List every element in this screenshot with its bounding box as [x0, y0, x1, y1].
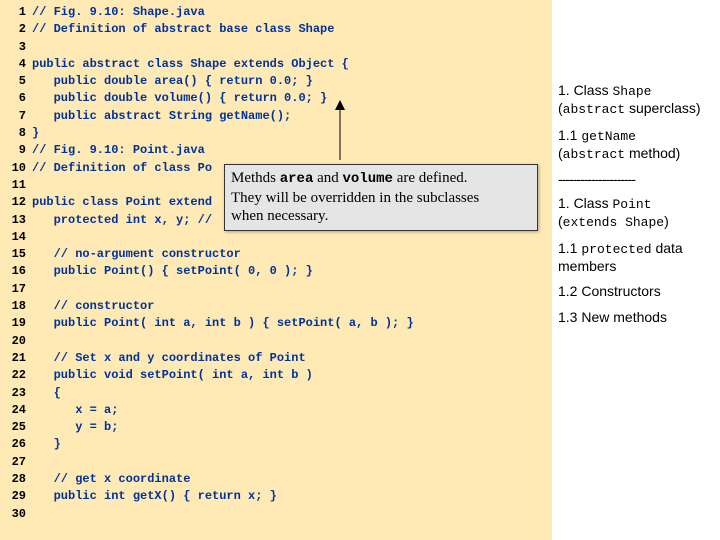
separator: ---------------------: [558, 171, 716, 187]
code-l2: // Definition of abstract base class Sha…: [32, 21, 334, 38]
code-l28: // get x coordinate: [32, 471, 190, 488]
callout-l1c: and: [313, 170, 342, 186]
code-l22: public void setPoint( int a, int b ): [32, 367, 313, 384]
code-l25: y = b;: [32, 419, 118, 436]
code-l16: public Point() { setPoint( 0, 0 ); }: [32, 263, 313, 280]
code-l10: // Definition of class Po: [32, 160, 212, 177]
code-panel: 1// Fig. 9.10: Shape.java 2// Definition…: [0, 0, 552, 540]
note-5: 1.2 Constructors: [558, 283, 716, 301]
code-l5: public double area() { return 0.0; }: [32, 73, 313, 90]
callout-l1b: area: [280, 171, 314, 187]
code-l12: public class Point extend: [32, 194, 212, 211]
code-l1: // Fig. 9.10: Shape.java: [32, 4, 205, 21]
code-l21: // Set x and y coordinates of Point: [32, 350, 306, 367]
code-l23: {: [32, 385, 61, 402]
note-1: 1. Class Shape (abstract superclass): [558, 82, 716, 119]
code-l13: protected int x, y; //: [32, 212, 212, 229]
callout-l1a: Methds: [231, 170, 280, 186]
notes-panel: 1. Class Shape (abstract superclass) 1.1…: [556, 0, 718, 338]
code-l29: public int getX() { return x; }: [32, 488, 277, 505]
callout-l1e: are defined.: [393, 170, 468, 186]
callout-l2: They will be overridden in the subclasse…: [231, 189, 531, 208]
callout-l1d: volume: [343, 171, 393, 187]
code-l9: // Fig. 9.10: Point.java: [32, 142, 205, 159]
code-l26: }: [32, 436, 61, 453]
code-l18: // constructor: [32, 298, 154, 315]
note-4: 1.1 protected data members: [558, 240, 716, 276]
code-l7: public abstract String getName();: [32, 108, 291, 125]
code-l15: // no-argument constructor: [32, 246, 241, 263]
code-l6: public double volume() { return 0.0; }: [32, 90, 327, 107]
note-3: 1. Class Point (extends Shape): [558, 195, 716, 232]
callout-l3: when necessary.: [231, 207, 531, 226]
note-6: 1.3 New methods: [558, 309, 716, 327]
callout-box: Methds area and volume are defined. They…: [224, 164, 538, 231]
code-l4: public abstract class Shape extends Obje…: [32, 56, 349, 73]
code-l24: x = a;: [32, 402, 118, 419]
code-l19: public Point( int a, int b ) { setPoint(…: [32, 315, 414, 332]
note-2: 1.1 getName (abstract method): [558, 127, 716, 164]
code-l8: }: [32, 125, 39, 142]
